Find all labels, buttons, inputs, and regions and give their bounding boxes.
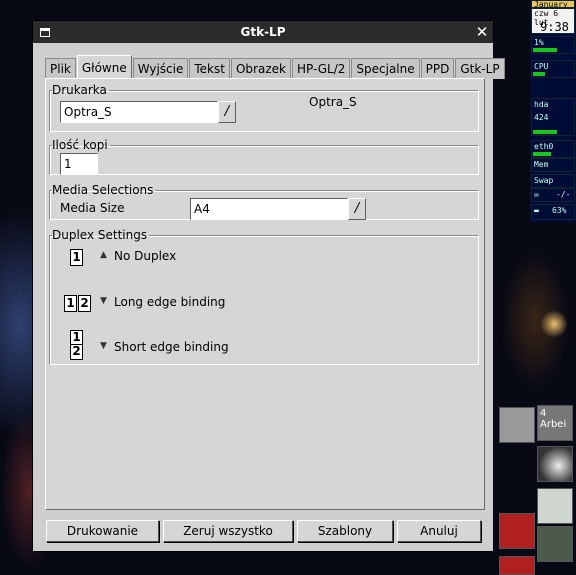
short-edge-icon: 1 2 (70, 330, 83, 360)
tab-page-glowne: Drukarka Optra_S / Optra_S Ilość kopi 1 … (45, 78, 485, 510)
tab-bar: Plik Główne Wyjście Tekst Obrazek HP-GL/… (45, 55, 506, 79)
screenshot-tool-icon[interactable] (537, 446, 573, 482)
page-2-icon: 2 (78, 295, 91, 312)
radio-long-edge-icon[interactable]: ▼ (100, 294, 107, 308)
media-size-label: Media Size (60, 201, 125, 215)
swap-monitor: Swap (531, 174, 575, 188)
radio-short-edge-icon[interactable]: ▼ (100, 339, 107, 353)
close-icon[interactable]: ✕ (474, 23, 490, 41)
calendar-month: January (531, 0, 575, 8)
media-legend: Media Selections (52, 183, 154, 197)
tab-ppd[interactable]: PPD (420, 58, 455, 79)
dialog-client-area: Plik Główne Wyjście Tekst Obrazek HP-GL/… (41, 51, 505, 545)
mail-monitor[interactable]: ✉ -/- (531, 188, 575, 202)
editor-tool-icon[interactable] (537, 526, 573, 562)
printer-select-field[interactable]: Optra_S (60, 101, 218, 123)
title-bar[interactable]: Gtk-LP ✕ (33, 21, 493, 43)
duplex-legend: Duplex Settings (52, 228, 148, 242)
templates-button[interactable]: Szablony (297, 520, 393, 542)
tab-gtk-lp[interactable]: Gtk-LP (455, 58, 505, 79)
tab-obrazek[interactable]: Obrazek (230, 58, 291, 79)
workspace-label: Arbei (540, 419, 567, 430)
mail-icon: ✉ (534, 190, 539, 199)
copies-group: Ilość kopi (49, 139, 479, 175)
cpu-monitor: CPU (531, 60, 575, 78)
media-size-dropdown-button[interactable]: / (348, 198, 366, 220)
print-button[interactable]: Drukowanie (46, 520, 159, 542)
tab-specjalne[interactable]: Specjalne (351, 58, 420, 79)
tab-plik[interactable]: Plik (45, 58, 76, 79)
radio-no-duplex-selected-icon[interactable]: ▲ (100, 248, 107, 262)
cpu-load-monitor: 1% (531, 36, 575, 54)
clock-time: 9:38 (540, 20, 569, 34)
printer-legend: Drukarka (52, 83, 107, 97)
short-edge-option[interactable]: Short edge binding (114, 340, 229, 354)
reset-all-button[interactable]: Zeruj wszystko (163, 520, 293, 542)
tab-wyjscie[interactable]: Wyjście (132, 58, 189, 79)
network-monitor: eth0 (531, 140, 575, 158)
terminal-icon[interactable] (537, 488, 573, 524)
launcher-tool-icon[interactable] (499, 407, 535, 443)
long-edge-icon: 1 2 (64, 295, 91, 312)
dialog-button-row: Drukowanie Zeruj wszystko Szablony Anulu… (46, 520, 482, 542)
battery-monitor: ▬ 63% (531, 204, 575, 220)
disk-monitor: hda 424 (531, 98, 575, 136)
system-monitor-dock: January czw 6 lut 9:38 1% CPU hda 424 eth… (530, 0, 576, 222)
memory-monitor: Mem (531, 158, 575, 172)
no-duplex-option[interactable]: No Duplex (114, 249, 176, 263)
gtk-lp-window: Gtk-LP ✕ Plik Główne Wyjście Tekst Obraz… (32, 20, 505, 552)
media-size-field[interactable]: A4 (190, 198, 348, 220)
penguin-app-icon[interactable] (499, 513, 535, 549)
printer-info-label: Optra_S (309, 95, 357, 109)
copies-input[interactable]: 1 (60, 153, 98, 175)
long-edge-option[interactable]: Long edge binding (114, 295, 225, 309)
window-title: Gtk-LP (240, 25, 286, 39)
tab-tekst[interactable]: Tekst (189, 58, 230, 79)
page-1-icon: 1 (64, 295, 77, 312)
page-1-icon: 1 (70, 249, 83, 266)
penguin-app-icon-2[interactable] (499, 556, 535, 575)
calendar-clock-widget[interactable]: czw 6 lut 9:38 (531, 8, 575, 34)
cancel-button[interactable]: Anuluj (397, 520, 481, 542)
battery-icon: ▬ (534, 206, 539, 215)
page-2-icon: 2 (70, 345, 83, 360)
tab-hp-gl2[interactable]: HP-GL/2 (291, 58, 351, 79)
page-1-icon: 1 (70, 330, 83, 345)
copies-legend: Ilość kopi (52, 138, 108, 152)
no-duplex-icon: 1 (70, 249, 83, 266)
tab-glowne[interactable]: Główne (76, 55, 132, 79)
printer-dropdown-button[interactable]: / (218, 101, 236, 123)
workspace-pager[interactable]: 4 Arbei (537, 405, 573, 441)
workspace-number: 4 (540, 408, 547, 419)
